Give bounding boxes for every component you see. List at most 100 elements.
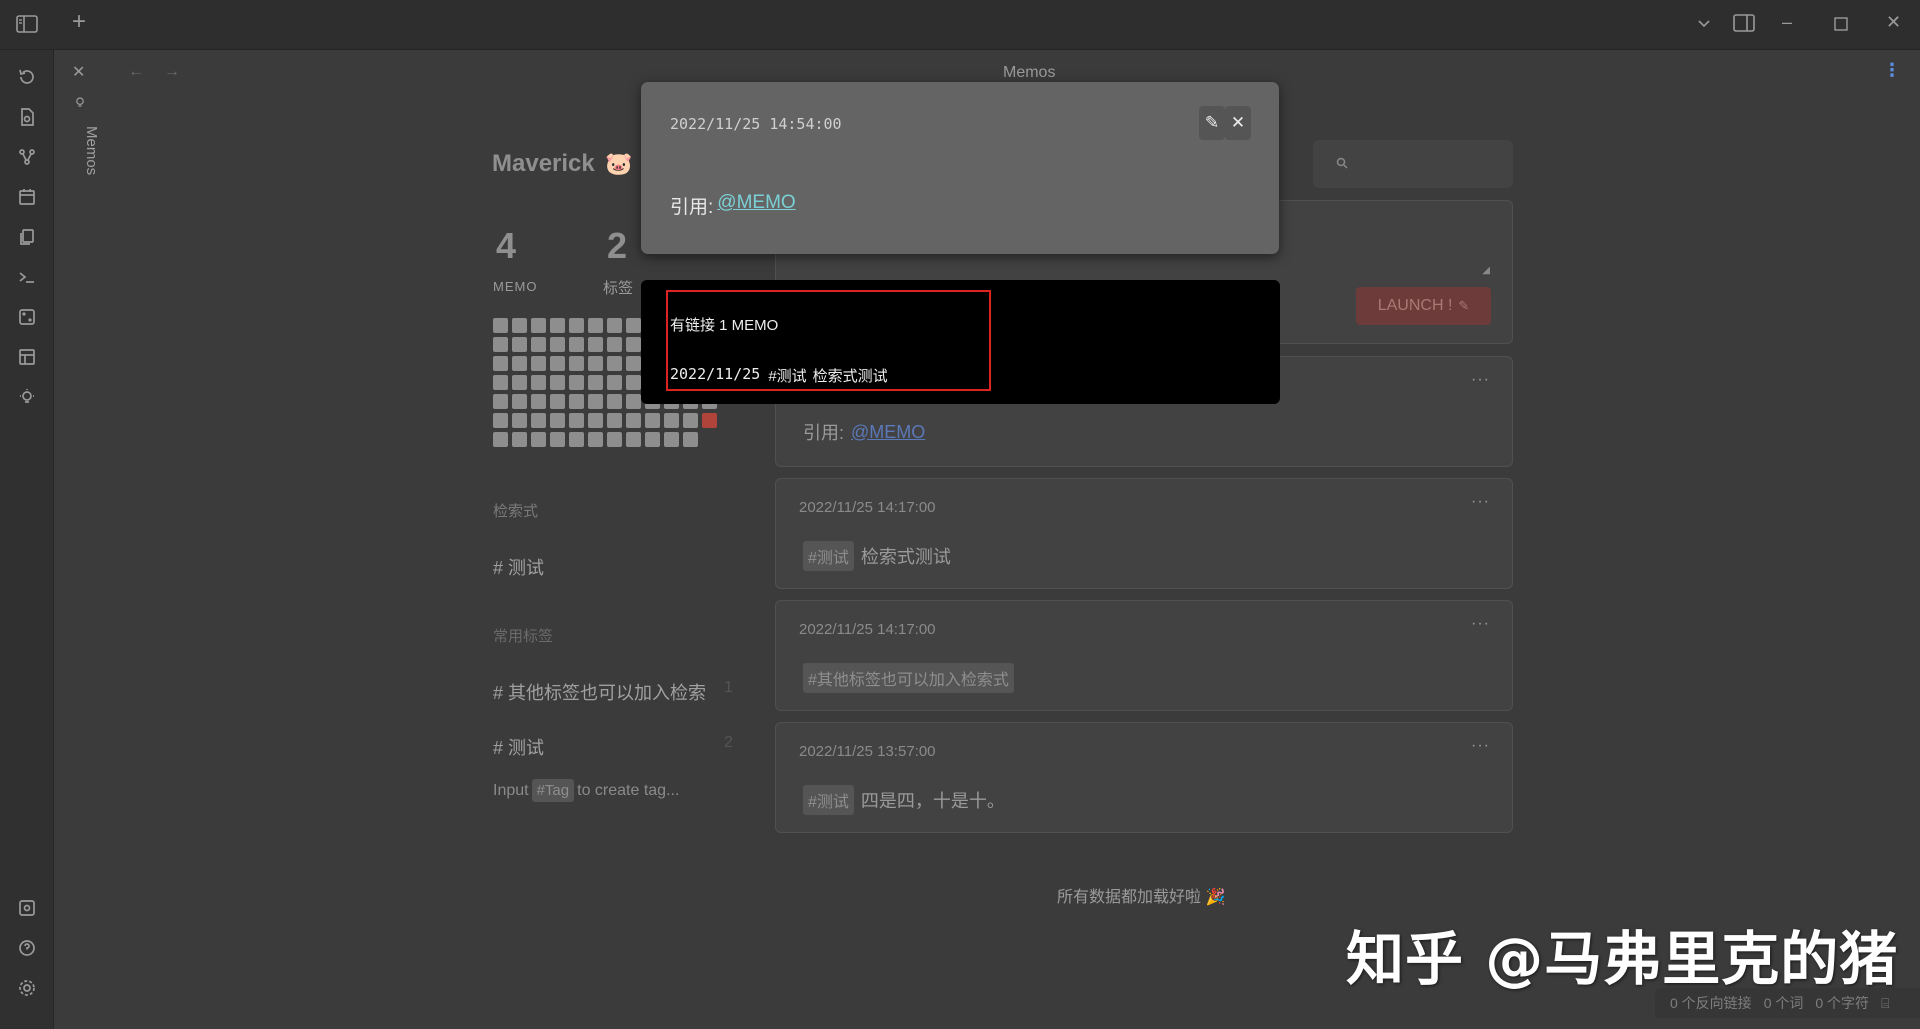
heatmap-cell — [550, 318, 565, 333]
backlinks-count[interactable]: 0 个反向链接 — [1670, 993, 1752, 1013]
load-complete-text: 所有数据都加载好啦 🎉 — [1057, 889, 1226, 906]
heatmap-cell — [664, 413, 679, 428]
heatmap-cell — [607, 337, 622, 352]
vault-icon[interactable] — [15, 896, 39, 920]
calendar-icon[interactable] — [15, 185, 39, 209]
lightbulb-icon — [72, 94, 88, 115]
side-dock: ✕ Memos — [54, 50, 106, 1029]
memo-card[interactable]: 2022/11/25 13:57:00 ··· #测试 四是四，十是十。 — [775, 722, 1513, 833]
copy-icon[interactable] — [15, 225, 39, 249]
heatmap-cell — [550, 337, 565, 352]
heatmap-cell — [512, 432, 527, 447]
more-options-icon[interactable]: ⋮ — [1883, 60, 1901, 81]
heatmap-cell — [626, 394, 641, 409]
tag-item[interactable]: # 测试 — [493, 734, 544, 760]
resize-handle-icon[interactable]: ◢ — [1482, 265, 1490, 276]
heatmap-cell — [607, 394, 622, 409]
popup-ref-link[interactable]: @MEMO — [717, 192, 795, 219]
tag-item-count: 2 — [724, 734, 733, 751]
heatmap-cell — [607, 356, 622, 371]
terminal-icon[interactable] — [15, 265, 39, 289]
memo-card[interactable]: 2022/11/25 14:17:00 ··· #测试 检索式测试 — [775, 478, 1513, 589]
heatmap-cell — [607, 432, 622, 447]
forward-arrow-icon[interactable]: → — [164, 63, 180, 81]
settings-gear-icon[interactable] — [15, 976, 39, 1000]
heatmap-cell — [531, 394, 546, 409]
heatmap-cell — [664, 432, 679, 447]
sync-icon[interactable]: ⌸ — [1881, 995, 1889, 1012]
tag-item-count: 1 — [724, 679, 733, 696]
memo-menu-icon[interactable]: ··· — [1471, 371, 1490, 389]
heatmap-cell — [531, 432, 546, 447]
chevron-down-icon[interactable] — [1696, 15, 1712, 35]
heatmap-cell — [607, 413, 622, 428]
right-sidebar-toggle-icon[interactable] — [1733, 14, 1755, 36]
memo-menu-icon[interactable]: ··· — [1471, 615, 1490, 633]
launch-button[interactable]: LAUNCH ! ✎ — [1356, 287, 1491, 325]
memo-ref-link[interactable]: @MEMO — [851, 422, 925, 443]
heatmap-cell — [512, 394, 527, 409]
heatmap-cell — [493, 337, 508, 352]
memo-tag-chip[interactable]: #测试 — [803, 785, 854, 815]
dice-icon[interactable] — [15, 305, 39, 329]
heatmap-cell — [493, 432, 508, 447]
memo-card[interactable]: 2022/11/25 14:17:00 ··· #其他标签也可以加入检索式 — [775, 600, 1513, 711]
tag-item[interactable]: # 其他标签也可以加入检索 — [493, 679, 706, 705]
tag-hint: Input #Tag to create tag... — [493, 779, 679, 802]
popup-timestamp: 2022/11/25 14:54:00 — [670, 115, 842, 133]
memo-content: 引用: @MEMO — [803, 419, 925, 445]
memo-text: 四是四，十是十。 — [860, 791, 1005, 811]
heatmap-cell — [607, 318, 622, 333]
close-popup-icon[interactable]: ✕ — [1225, 106, 1251, 140]
memo-menu-icon[interactable]: ··· — [1471, 493, 1490, 511]
lightbulb-icon[interactable] — [15, 385, 39, 409]
layout-icon[interactable] — [15, 345, 39, 369]
heatmap-cell — [512, 318, 527, 333]
char-count: 0 个字符 — [1815, 995, 1870, 1011]
search-box[interactable] — [1313, 140, 1513, 188]
heatmap-cell — [512, 375, 527, 390]
refresh-icon[interactable] — [15, 65, 39, 89]
back-arrow-icon[interactable]: ← — [128, 63, 144, 81]
memo-content: #其他标签也可以加入检索式 — [803, 663, 1014, 693]
heatmap-cell — [550, 413, 565, 428]
status-bar: 0 个反向链接 0 个词 0 个字符 ⌸ — [1655, 988, 1920, 1018]
title-bar: + – ✕ — [0, 0, 1920, 50]
search-input[interactable] — [1353, 152, 1503, 176]
heatmap-cell — [531, 337, 546, 352]
tag-count: 2 — [607, 225, 628, 266]
edit-pencil-icon[interactable]: ✎ — [1199, 106, 1225, 140]
close-panel-icon[interactable]: ✕ — [72, 62, 85, 82]
heatmap-cell — [512, 356, 527, 371]
heatmap-cell — [569, 318, 584, 333]
memo-content: #测试 检索式测试 — [803, 541, 951, 571]
memo-popup: 2022/11/25 14:54:00 ✎ ✕ 引用: @MEMO — [641, 82, 1279, 254]
dock-vertical-label[interactable]: Memos — [60, 126, 100, 175]
graph-icon[interactable] — [15, 145, 39, 169]
heatmap-cell — [588, 318, 603, 333]
heatmap-cell — [531, 356, 546, 371]
minimize-icon[interactable]: – — [1782, 12, 1792, 32]
heatmap-cell — [588, 337, 603, 352]
heatmap-cell — [588, 432, 603, 447]
memo-menu-icon[interactable]: ··· — [1471, 737, 1490, 755]
maximize-icon[interactable] — [1834, 15, 1848, 35]
memo-timestamp: 2022/11/25 13:57:00 — [799, 743, 936, 760]
heatmap-cell — [588, 375, 603, 390]
sidebar-toggle-icon[interactable] — [16, 15, 38, 37]
heatmap-cell — [626, 356, 641, 371]
memo-tag-chip[interactable]: #其他标签也可以加入检索式 — [803, 663, 1014, 693]
query-item[interactable]: # 测试 — [493, 554, 544, 580]
memo-content: #测试 四是四，十是十。 — [803, 785, 1005, 815]
profile-name: Maverick — [492, 150, 595, 177]
launch-button-label: LAUNCH ! — [1377, 297, 1453, 314]
memo-tag-chip[interactable]: #测试 — [803, 541, 854, 571]
tag-count-label: 标签 — [603, 280, 634, 297]
close-window-icon[interactable]: ✕ — [1886, 12, 1901, 32]
heatmap-cell — [493, 318, 508, 333]
new-tab-icon[interactable]: + — [72, 10, 86, 34]
memo-timestamp: 2022/11/25 14:17:00 — [799, 499, 936, 516]
help-icon[interactable] — [15, 936, 39, 960]
file-search-icon[interactable] — [15, 105, 39, 129]
heatmap-cell — [493, 394, 508, 409]
